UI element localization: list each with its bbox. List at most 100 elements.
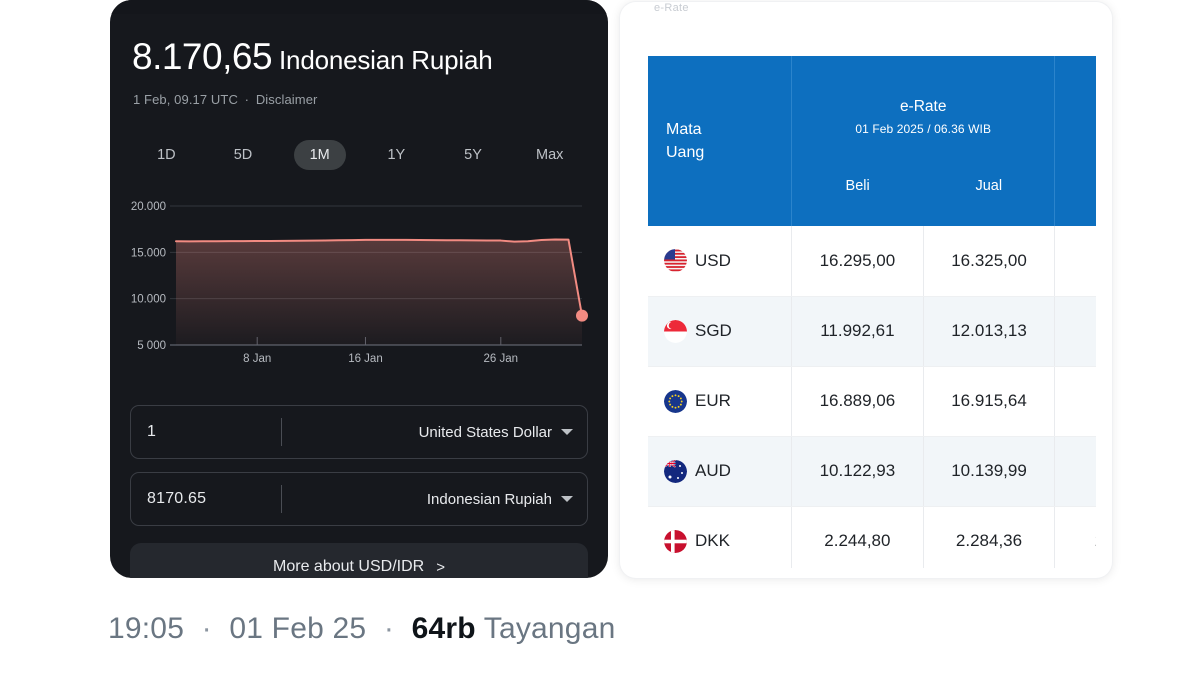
to-currency-label: Indonesian Rupiah bbox=[426, 490, 552, 508]
fx-timestamp: 1 Feb, 09.17 UTC bbox=[133, 92, 238, 107]
post-date: 01 Feb 25 bbox=[229, 612, 367, 645]
post-metadata: 19:05 · 01 Feb 25 · 64rb Tayangan bbox=[108, 612, 615, 646]
table-row: DKK 2.244,802.284,362.246 bbox=[648, 506, 1096, 568]
to-currency-select[interactable]: Indonesian Rupiah bbox=[282, 491, 587, 508]
cell-jual: 2.284,36 bbox=[923, 506, 1056, 568]
erate-table-scroll[interactable]: Mata Uang e-Rate 01 Feb 2025 / 06.36 WIB… bbox=[648, 56, 1096, 568]
flag-au-icon bbox=[664, 459, 687, 483]
fx-separator: · bbox=[244, 92, 250, 107]
cell-beli: 2.244,80 bbox=[791, 506, 924, 568]
range-tab-5y[interactable]: 5Y bbox=[435, 140, 512, 170]
views-label: Tayangan bbox=[483, 612, 616, 645]
cell-next-beli: 2.246 bbox=[1054, 506, 1096, 568]
cell-jual: 16.915,64 bbox=[923, 366, 1056, 437]
cell-next-beli: 10.04 bbox=[1054, 436, 1096, 507]
range-tab-1d[interactable]: 1D bbox=[128, 140, 205, 170]
header-next-col-beli: Be bbox=[1055, 178, 1096, 194]
cell-currency: DKK bbox=[648, 506, 793, 568]
svg-text:8 Jan: 8 Jan bbox=[243, 353, 271, 365]
flag-eu-icon bbox=[664, 389, 687, 413]
svg-text:20.000: 20.000 bbox=[131, 201, 166, 213]
svg-text:16 Jan: 16 Jan bbox=[348, 353, 383, 365]
cell-jual: 10.139,99 bbox=[923, 436, 1056, 507]
cell-beli: 11.992,61 bbox=[791, 296, 924, 367]
currency-code: DKK bbox=[695, 531, 730, 550]
erate-table-body: USD 16.295,0016.325,0016.16 SGD 11.992,6112… bbox=[648, 226, 1096, 568]
cell-jual: 12.013,13 bbox=[923, 296, 1056, 367]
chevron-right-icon: > bbox=[436, 558, 445, 576]
cell-currency: EUR bbox=[648, 366, 793, 437]
from-currency-row[interactable]: 1 United States Dollar bbox=[130, 405, 588, 459]
cell-next-beli: 16.16 bbox=[1054, 226, 1096, 297]
cell-beli: 16.295,00 bbox=[791, 226, 924, 297]
header-col-jual: Jual bbox=[975, 178, 1003, 194]
range-tab-5d[interactable]: 5D bbox=[205, 140, 282, 170]
fx-timestamp-row: 1 Feb, 09.17 UTC · Disclaimer bbox=[133, 92, 317, 107]
currency-code: EUR bbox=[695, 391, 731, 410]
erate-table-head: Mata Uang e-Rate 01 Feb 2025 / 06.36 WIB… bbox=[648, 56, 1096, 226]
to-amount-input[interactable]: 8170.65 bbox=[131, 490, 281, 508]
range-tab-1m[interactable]: 1M bbox=[293, 140, 346, 170]
meta-separator-2: · bbox=[383, 612, 395, 645]
price-chart[interactable]: 20.000 15.000 10.000 5 000 8 Jan 16 Jan 26 Ja… bbox=[128, 198, 590, 383]
table-row: SGD 11.992,6112.013,1311.92 bbox=[648, 296, 1096, 367]
fx-headline: 8.170,65 Indonesian Rupiah bbox=[132, 36, 493, 78]
disclaimer-link[interactable]: Disclaimer bbox=[256, 92, 318, 107]
more-about-label: More about USD/IDR bbox=[273, 558, 425, 575]
from-currency-label: United States Dollar bbox=[418, 423, 552, 441]
currency-code: AUD bbox=[695, 461, 731, 480]
flag-dk-icon bbox=[664, 529, 687, 553]
flag-us-icon bbox=[664, 249, 687, 273]
svg-text:5 000: 5 000 bbox=[137, 340, 166, 352]
fx-card-topbar: 1 United States Dollar equals bbox=[110, 0, 608, 14]
svg-text:10.000: 10.000 bbox=[131, 294, 166, 306]
erate-table-card: e-Rate Mata Uang e-Rate 01 Feb 2025 / 06… bbox=[620, 2, 1112, 578]
from-amount-input[interactable]: 1 bbox=[131, 423, 281, 441]
cell-currency: USD bbox=[648, 226, 793, 297]
cell-currency: AUD bbox=[648, 436, 793, 507]
chart-area-fill bbox=[176, 239, 582, 345]
table-row: EUR 16.889,0616.915,6416.79 bbox=[648, 366, 1096, 437]
cell-beli: 10.122,93 bbox=[791, 436, 924, 507]
flag-sg-icon bbox=[664, 319, 687, 343]
range-tab-max[interactable]: Max bbox=[511, 140, 588, 170]
fx-topbar-title: 1 United States Dollar equals bbox=[138, 0, 374, 1]
table-row: USD 16.295,0016.325,0016.16 bbox=[648, 226, 1096, 297]
meta-separator-1: · bbox=[201, 612, 212, 645]
exchange-rate-value: 8.170,65 bbox=[132, 36, 273, 77]
svg-text:15.000: 15.000 bbox=[131, 247, 166, 259]
chart-range-tabs: 1D 5D 1M 1Y 5Y Max bbox=[128, 136, 588, 174]
svg-text:26 Jan: 26 Jan bbox=[484, 353, 519, 365]
cell-beli: 16.889,06 bbox=[791, 366, 924, 437]
chart-x-axis-labels: 8 Jan 16 Jan 26 Jan bbox=[243, 353, 518, 365]
cell-next-beli: 11.92 bbox=[1054, 296, 1096, 367]
chevron-down-icon bbox=[561, 429, 573, 435]
header-cell-currency: Mata Uang bbox=[648, 56, 793, 226]
header-next-date: 31 bbox=[1055, 122, 1096, 136]
header-cell-next-group: 31 Be bbox=[1054, 56, 1096, 226]
cell-next-beli: 16.79 bbox=[1054, 366, 1096, 437]
header-erate-title: e-Rate bbox=[899, 98, 947, 115]
more-about-button[interactable]: More about USD/IDR > bbox=[130, 543, 588, 578]
table-row: AUD 10.122,9310.139,9910.04 bbox=[648, 436, 1096, 507]
header-currency-line1: Mata bbox=[666, 120, 702, 138]
currency-code: USD bbox=[695, 250, 731, 270]
currency-converter-card: 1 United States Dollar equals 8.170,65In… bbox=[110, 0, 608, 578]
header-col-beli: Beli bbox=[845, 178, 870, 194]
chart-last-point-marker bbox=[576, 309, 588, 322]
views-count: 64rb bbox=[411, 612, 476, 645]
from-currency-select[interactable]: United States Dollar bbox=[282, 424, 587, 441]
currency-code: SGD bbox=[695, 321, 732, 340]
header-erate-date: 01 Feb 2025 / 06.36 WIB bbox=[855, 122, 992, 136]
exchange-rate-currency: Indonesian Rupiah bbox=[279, 45, 493, 75]
post-time: 19:05 bbox=[108, 612, 185, 645]
cell-currency: SGD bbox=[648, 296, 793, 367]
erate-table: Mata Uang e-Rate 01 Feb 2025 / 06.36 WIB… bbox=[648, 56, 1096, 568]
screenshot-root: 1 United States Dollar equals 8.170,65In… bbox=[0, 0, 1200, 675]
header-cell-erate-group: e-Rate 01 Feb 2025 / 06.36 WIB Beli Jual bbox=[791, 56, 1056, 226]
cell-jual: 16.325,00 bbox=[923, 226, 1056, 297]
to-currency-row[interactable]: 8170.65 Indonesian Rupiah bbox=[130, 472, 588, 526]
price-chart-svg: 20.000 15.000 10.000 5 000 8 Jan 16 Jan 26 Ja… bbox=[131, 201, 588, 365]
range-tab-1y[interactable]: 1Y bbox=[358, 140, 435, 170]
erate-card-ghost-text: e-Rate bbox=[654, 2, 689, 14]
